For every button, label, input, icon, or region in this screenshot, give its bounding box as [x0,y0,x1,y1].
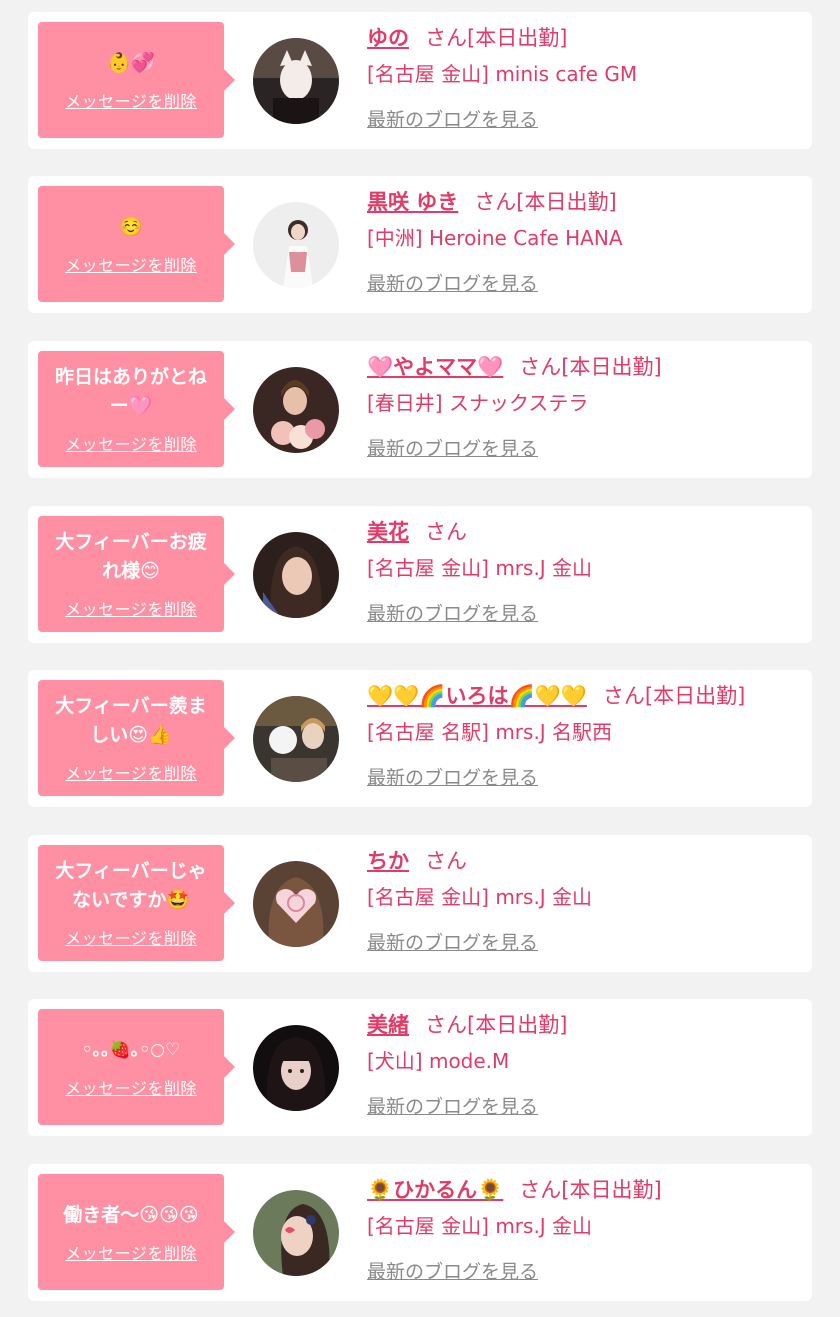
name-suffix: さん [425,520,467,544]
latest-blog-link[interactable]: 最新のブログを見る [367,105,538,132]
shop-label: [名古屋 名駅] mrs.J 名駅西 [367,720,613,744]
latest-blog-link[interactable]: 最新のブログを見る [367,599,538,626]
girl-name-link[interactable]: 黒咲 ゆき [367,190,458,214]
message-card: 昨日はありがとねー🩷 メッセージを削除 🩷やよママ🩷 さん[本日出勤] [春日井]… [28,341,812,478]
girl-name-link[interactable]: 🌻ひかるん🌻 [367,1178,503,1202]
shop-label: [名古屋 金山] minis cafe GM [367,62,638,86]
message-text: 大フィーバーお疲れ様😊 [55,531,207,582]
avatar[interactable] [253,1190,339,1276]
avatar[interactable] [253,696,339,782]
delete-message-button[interactable]: メッセージを削除 [65,1240,197,1264]
delete-message-button[interactable]: メッセージを削除 [65,88,197,112]
message-text: 働き者〜😘😘😘 [63,1203,199,1226]
latest-blog-link[interactable]: 最新のブログを見る [367,269,538,296]
message-bubble: ☺️ メッセージを削除 [38,186,235,302]
name-suffix: さん[本日出勤] [602,684,746,708]
message-bubble: 昨日はありがとねー🩷 メッセージを削除 [38,351,235,467]
latest-blog-link[interactable]: 最新のブログを見る [367,1257,538,1284]
shop-label: [名古屋 金山] mrs.J 金山 [367,556,593,580]
shop-label: [名古屋 金山] mrs.J 金山 [367,885,593,909]
message-card: ◦｡｡🍓｡◦○♡ メッセージを削除 美緒 さん[本日出勤] [犬山] mode.M… [28,999,812,1136]
latest-blog-link[interactable]: 最新のブログを見る [367,434,538,461]
message-bubble: 働き者〜😘😘😘 メッセージを削除 [38,1174,235,1290]
message-bubble: ◦｡｡🍓｡◦○♡ メッセージを削除 [38,1009,235,1125]
message-text: 👶💞 [107,51,155,74]
message-bubble: 👶💞 メッセージを削除 [38,22,235,138]
girl-name-link[interactable]: ちか [367,849,409,873]
message-text: ◦｡｡🍓｡◦○♡ [81,1039,181,1060]
shop-label: [名古屋 金山] mrs.J 金山 [367,1214,593,1238]
name-suffix: さん[本日出勤] [425,1013,568,1037]
message-text: ☺️ [119,215,143,238]
message-bubble: 大フィーバーお疲れ様😊 メッセージを削除 [38,516,235,632]
girl-name-link[interactable]: 美緒 [367,1013,409,1037]
delete-message-button[interactable]: メッセージを削除 [65,252,197,276]
shop-label: [中洲] Heroine Cafe HANA [367,226,623,250]
avatar[interactable] [253,367,339,453]
delete-message-button[interactable]: メッセージを削除 [65,431,197,455]
girl-name-link[interactable]: 🩷やよママ🩷 [367,355,503,379]
message-list: 👶💞 メッセージを削除 ゆの さん[本日出勤] [名古屋 金山] minis ca… [0,0,840,1317]
message-card: 👶💞 メッセージを削除 ゆの さん[本日出勤] [名古屋 金山] minis ca… [28,12,812,149]
message-card: 大フィーバーじゃないですか🤩 メッセージを削除 ちか さん [名古屋 金山] mr… [28,835,812,972]
girl-name-link[interactable]: ゆの [367,26,409,50]
delete-message-button[interactable]: メッセージを削除 [65,760,197,784]
latest-blog-link[interactable]: 最新のブログを見る [367,763,538,790]
delete-message-button[interactable]: メッセージを削除 [65,1075,197,1099]
message-text: 昨日はありがとねー🩷 [54,366,207,417]
latest-blog-link[interactable]: 最新のブログを見る [367,1092,538,1119]
girl-name-link[interactable]: 💛💛🌈いろは🌈💛💛 [367,684,587,708]
girl-name-link[interactable]: 美花 [367,520,409,544]
name-suffix: さん[本日出勤] [519,355,662,379]
delete-message-button[interactable]: メッセージを削除 [65,596,197,620]
message-card: 大フィーバーお疲れ様😊 メッセージを削除 美花 さん [名古屋 金山] mrs.J… [28,506,812,643]
shop-label: [犬山] mode.M [367,1049,510,1073]
name-suffix: さん[本日出勤] [519,1178,662,1202]
message-text: 大フィーバーじゃないですか🤩 [55,860,207,911]
message-bubble: 大フィーバーじゃないですか🤩 メッセージを削除 [38,845,235,961]
name-suffix: さん [425,849,467,873]
message-card: 大フィーバー羨ましい😍👍 メッセージを削除 💛💛🌈いろは🌈💛💛 さん[本日出勤] … [28,670,812,807]
shop-label: [春日井] スナックステラ [367,391,589,415]
message-bubble: 大フィーバー羨ましい😍👍 メッセージを削除 [38,680,235,796]
avatar[interactable] [253,202,339,288]
avatar[interactable] [253,1025,339,1111]
avatar[interactable] [253,532,339,618]
delete-message-button[interactable]: メッセージを削除 [65,925,197,949]
name-suffix: さん[本日出勤] [474,190,617,214]
message-card: ☺️ メッセージを削除 黒咲 ゆき さん[本日出勤] [中洲] Heroine C… [28,176,812,313]
avatar[interactable] [253,38,339,124]
message-text: 大フィーバー羨ましい😍👍 [55,695,207,746]
latest-blog-link[interactable]: 最新のブログを見る [367,928,538,955]
name-suffix: さん[本日出勤] [425,26,568,50]
message-card: 働き者〜😘😘😘 メッセージを削除 🌻ひかるん🌻 さん[本日出勤] [名古屋 金山]… [28,1164,812,1301]
avatar[interactable] [253,861,339,947]
